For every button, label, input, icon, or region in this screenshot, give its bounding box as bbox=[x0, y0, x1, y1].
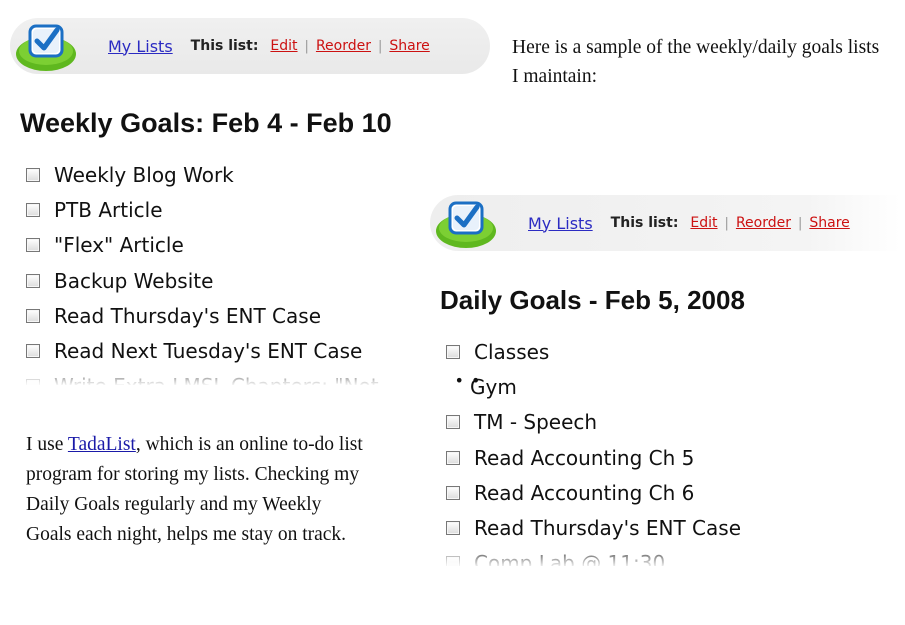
list-item: Read Accounting Ch 5 bbox=[446, 440, 866, 475]
item-label: Read Accounting Ch 6 bbox=[474, 480, 695, 505]
header-nav: My Lists This list: Edit | Reorder | Sha… bbox=[528, 195, 850, 251]
checkbox-icon[interactable] bbox=[26, 308, 40, 323]
tadalist-header-bar: My Lists This list: Edit | Reorder | Sha… bbox=[10, 18, 490, 74]
list-item: Classes bbox=[446, 334, 866, 369]
checkbox-icon[interactable] bbox=[446, 415, 460, 430]
header-nav: My Lists This list: Edit | Reorder | Sha… bbox=[108, 18, 430, 74]
item-label: Write Extra LMSL Chapters: "Not bbox=[54, 374, 379, 385]
weekly-goals-list: Weekly Blog Work PTB Article "Flex" Arti… bbox=[26, 157, 416, 385]
share-link[interactable]: Share bbox=[809, 215, 849, 231]
reorder-link[interactable]: Reorder bbox=[316, 38, 371, 54]
list-item: Comp Lab @ 11:30 bbox=[446, 546, 866, 566]
list-item: Write Extra LMSL Chapters: "Not bbox=[26, 369, 416, 385]
checkbox-icon[interactable] bbox=[26, 238, 40, 253]
checkbox-icon[interactable] bbox=[26, 167, 40, 182]
list-item[interactable]: • • • Gym bbox=[446, 369, 866, 404]
checkbox-icon[interactable] bbox=[26, 344, 40, 359]
drag-handle-icon[interactable]: • • • bbox=[446, 372, 480, 389]
this-list-label: This list: bbox=[190, 38, 259, 54]
item-label: Classes bbox=[474, 339, 550, 364]
checkbox-icon[interactable] bbox=[446, 556, 460, 566]
list-item: Read Thursday's ENT Case bbox=[26, 298, 416, 333]
intro-text: Here is a sample of the weekly/daily goa… bbox=[512, 37, 880, 87]
list-item: PTB Article bbox=[26, 192, 416, 227]
checkbox-icon[interactable] bbox=[26, 273, 40, 288]
checkbox-icon[interactable] bbox=[446, 521, 460, 536]
tadalist-logo-icon[interactable] bbox=[14, 20, 78, 74]
item-label: Read Thursday's ENT Case bbox=[54, 303, 322, 328]
separator: | bbox=[304, 38, 309, 54]
item-label: TM - Speech bbox=[474, 410, 598, 435]
share-link[interactable]: Share bbox=[389, 38, 429, 54]
list-item: Read Thursday's ENT Case bbox=[446, 510, 866, 545]
separator: | bbox=[724, 215, 729, 231]
daily-goals-list: Classes • • • Gym TM - Speech Read Accou… bbox=[446, 334, 866, 566]
item-label: Backup Website bbox=[54, 268, 214, 293]
item-label: Read Thursday's ENT Case bbox=[474, 516, 742, 541]
edit-link[interactable]: Edit bbox=[690, 215, 717, 231]
tadalist-logo-icon[interactable] bbox=[434, 197, 498, 251]
edit-link[interactable]: Edit bbox=[270, 38, 297, 54]
reorder-link[interactable]: Reorder bbox=[736, 215, 791, 231]
item-label: Read Accounting Ch 5 bbox=[474, 445, 695, 470]
my-lists-link[interactable]: My Lists bbox=[108, 37, 173, 56]
my-lists-link[interactable]: My Lists bbox=[528, 214, 593, 233]
body-prefix: I use bbox=[26, 434, 68, 455]
weekly-list-title: Weekly Goals: Feb 4 - Feb 10 bbox=[20, 108, 392, 138]
checkbox-icon[interactable] bbox=[446, 450, 460, 465]
list-item: "Flex" Article bbox=[26, 228, 416, 263]
list-item: TM - Speech bbox=[446, 405, 866, 440]
item-label: "Flex" Article bbox=[54, 233, 184, 258]
list-item: Read Next Tuesday's ENT Case bbox=[26, 333, 416, 368]
item-label: Weekly Blog Work bbox=[54, 162, 234, 187]
separator: | bbox=[377, 38, 383, 54]
list-item: Weekly Blog Work bbox=[26, 157, 416, 192]
tadalist-header-bar: My Lists This list: Edit | Reorder | Sha… bbox=[430, 195, 900, 251]
checkbox-icon[interactable] bbox=[446, 344, 460, 359]
checkbox-icon[interactable] bbox=[26, 202, 40, 217]
item-label: Read Next Tuesday's ENT Case bbox=[54, 339, 363, 364]
daily-list-title: Daily Goals - Feb 5, 2008 bbox=[440, 285, 745, 315]
checkbox-icon[interactable] bbox=[26, 379, 40, 385]
body-paragraph: I use TadaList, which is an online to-do… bbox=[26, 430, 371, 550]
separator: | bbox=[797, 215, 803, 231]
checkbox-icon[interactable] bbox=[446, 485, 460, 500]
list-item: Read Accounting Ch 6 bbox=[446, 475, 866, 510]
list-item: Backup Website bbox=[26, 263, 416, 298]
item-label: PTB Article bbox=[54, 197, 163, 222]
this-list-label: This list: bbox=[610, 215, 679, 231]
tadalist-link[interactable]: TadaList bbox=[68, 434, 136, 455]
item-label: Comp Lab @ 11:30 bbox=[474, 551, 666, 566]
